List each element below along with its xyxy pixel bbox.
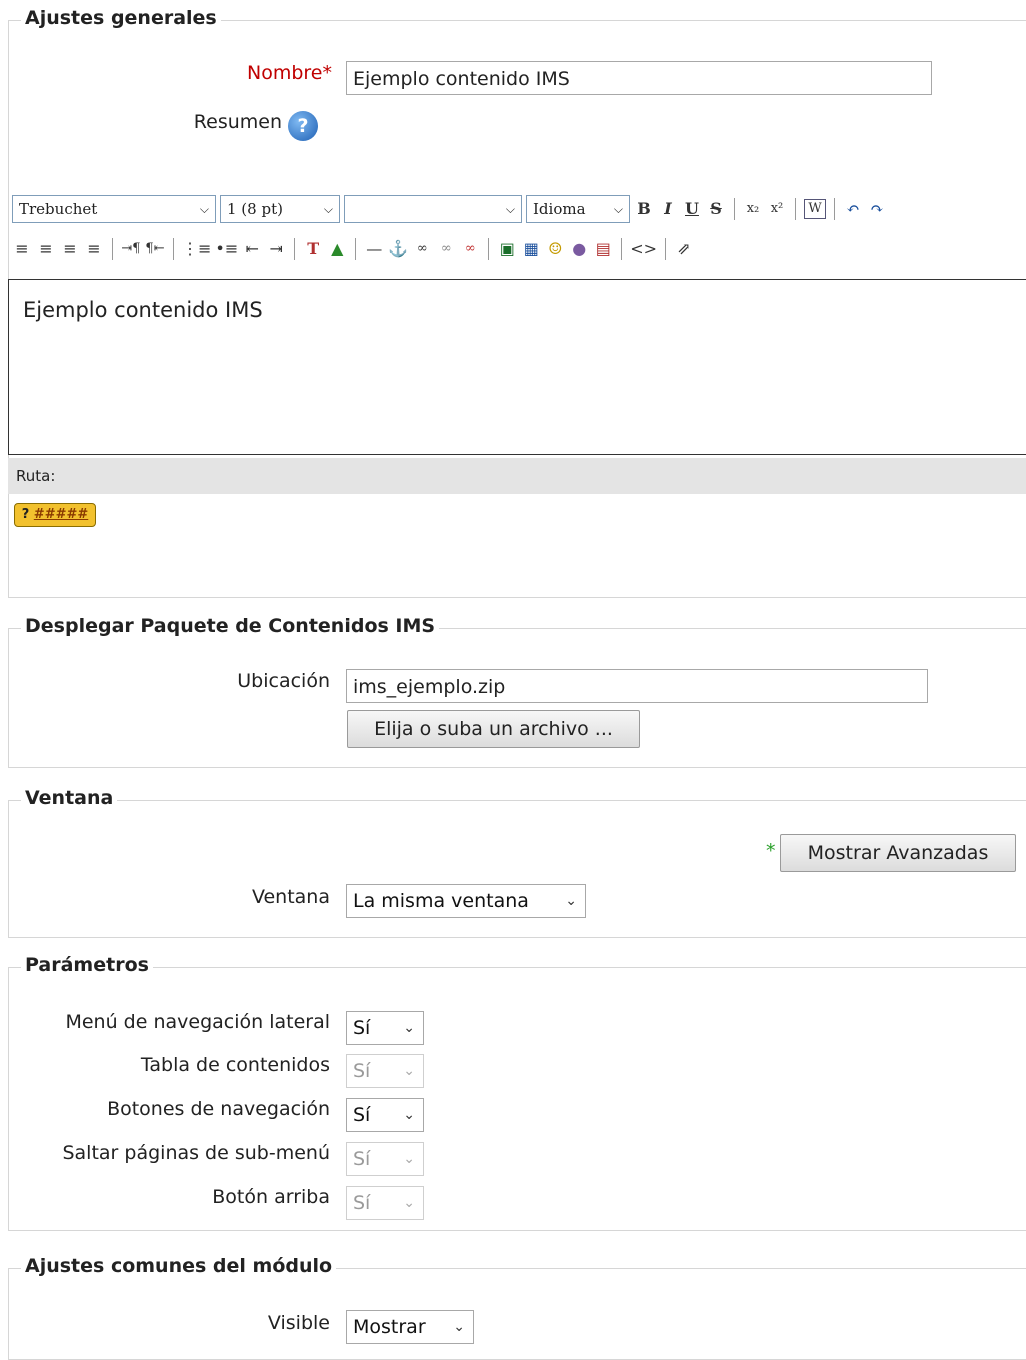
indent-icon[interactable]: ⇥ (266, 236, 286, 262)
param-select-nav-buttons[interactable]: Sí ⌄ (346, 1098, 424, 1132)
underline-icon[interactable]: U (682, 196, 702, 222)
window-label: Ventana (251, 886, 330, 908)
editor-path-bar: Ruta: (8, 458, 1026, 494)
choose-file-button[interactable]: Elija o suba un archivo ... (347, 710, 640, 748)
font-size-select[interactable]: 1 (8 pt) ⌵ (220, 195, 340, 223)
common-legend: Ajustes comunes del módulo (21, 1255, 337, 1277)
toolbar-separator (294, 238, 296, 260)
location-input[interactable]: ims_ejemplo.zip (346, 669, 928, 703)
redo-icon[interactable]: ↷ (867, 196, 887, 222)
language-select[interactable]: Idioma ⌵ (526, 195, 630, 223)
rtl-icon[interactable]: ¶⇤ (145, 236, 165, 262)
search-replace-icon[interactable]: ▤ (593, 236, 613, 262)
toolbar-separator (834, 198, 835, 220)
summary-label: Resumen (193, 111, 282, 133)
outdent-icon[interactable]: ⇤ (242, 236, 262, 262)
special-char-icon[interactable]: ● (569, 236, 589, 262)
common-fieldset: Ajustes comunes del módulo (8, 1255, 1026, 1360)
align-left-icon[interactable]: ≡ (12, 236, 32, 262)
bold-icon[interactable]: B (634, 196, 654, 222)
justify-icon[interactable]: ≡ (84, 236, 104, 262)
toolbar-separator (173, 238, 174, 260)
param-label-nav-buttons: Botones de navegación (107, 1098, 330, 1120)
window-legend: Ventana (21, 787, 118, 809)
link-icon[interactable]: ∞ (412, 236, 432, 262)
param-select-toc: Sí ⌄ (346, 1054, 424, 1088)
deploy-legend: Desplegar Paquete de Contenidos IMS (21, 615, 440, 637)
advanced-marker: * (766, 840, 776, 862)
ltr-icon[interactable]: ⇥¶ (121, 236, 141, 262)
fullscreen-icon[interactable]: ⇗ (674, 236, 694, 262)
text-color-icon[interactable]: T (303, 236, 323, 262)
editor-toolbar-row-1: Trebuchet ⌵ 1 (8 pt) ⌵ ⌵ Idioma ⌵ B I U S x… (12, 191, 887, 227)
toolbar-separator (621, 238, 623, 260)
general-settings-legend: Ajustes generales (21, 7, 221, 29)
param-label-up-button: Botón arriba (212, 1186, 330, 1208)
help-icon[interactable]: ? (288, 111, 318, 141)
location-label: Ubicación (237, 670, 330, 692)
editor-toolbar-row-2: ≡ ≡ ≡ ≡ ⇥¶ ¶⇤ ⋮≡ •≡ ⇤ ⇥ T ▲ — ⚓ ∞ ∞ ∞ ▣ … (12, 231, 694, 267)
param-label-side-menu: Menú de navegación lateral (65, 1011, 330, 1033)
subscript-icon[interactable]: x₂ (743, 196, 763, 222)
superscript-icon[interactable]: x² (767, 196, 787, 222)
visible-select[interactable]: Mostrar ⌄ (346, 1310, 474, 1344)
editor-text: Ejemplo contenido IMS (23, 298, 263, 322)
window-select[interactable]: La misma ventana ⌄ (346, 884, 586, 918)
horizontal-rule-icon[interactable]: — (364, 236, 384, 262)
params-legend: Parámetros (21, 954, 153, 976)
param-select-up-button: Sí ⌄ (346, 1186, 424, 1220)
name-input[interactable]: Ejemplo contenido IMS (346, 61, 932, 95)
insert-table-icon[interactable]: ▦ (521, 236, 541, 262)
italic-icon[interactable]: I (658, 196, 678, 222)
toolbar-separator (734, 198, 735, 220)
ordered-list-icon[interactable]: ⋮≡ (182, 236, 211, 262)
undo-icon[interactable]: ↶ (843, 196, 863, 222)
smiley-icon[interactable]: ☺ (545, 236, 565, 262)
format-select[interactable]: ⌵ (344, 195, 522, 223)
strikethrough-icon[interactable]: S (706, 196, 726, 222)
show-advanced-button[interactable]: Mostrar Avanzadas (780, 834, 1016, 872)
align-center-icon[interactable]: ≡ (36, 236, 56, 262)
font-family-select[interactable]: Trebuchet ⌵ (12, 195, 216, 223)
html-source-icon[interactable]: <> (630, 236, 657, 262)
paste-word-icon[interactable]: W (804, 199, 826, 219)
align-right-icon[interactable]: ≡ (60, 236, 80, 262)
unlink-icon[interactable]: ∞ (436, 236, 456, 262)
insert-image-icon[interactable]: ▣ (497, 236, 517, 262)
toolbar-separator (112, 238, 113, 260)
background-color-icon[interactable]: ▲ (327, 236, 347, 262)
toolbar-separator (795, 198, 796, 220)
keyboard-help-icon[interactable]: ? ##### (14, 503, 96, 527)
visible-label: Visible (267, 1312, 330, 1334)
param-label-skip-submenu: Saltar páginas de sub-menú (62, 1142, 330, 1164)
param-select-side-menu[interactable]: Sí ⌄ (346, 1011, 424, 1045)
toolbar-separator (355, 238, 357, 260)
name-label: Nombre* (247, 62, 332, 84)
anchor-icon[interactable]: ⚓ (388, 236, 408, 262)
param-label-toc: Tabla de contenidos (140, 1054, 330, 1076)
unordered-list-icon[interactable]: •≡ (215, 236, 238, 262)
toolbar-separator (488, 238, 490, 260)
no-link-icon[interactable]: ∞ (460, 236, 480, 262)
param-select-skip-submenu: Sí ⌄ (346, 1142, 424, 1176)
toolbar-separator (665, 238, 667, 260)
editor-content-area[interactable]: Ejemplo contenido IMS (8, 279, 1026, 455)
